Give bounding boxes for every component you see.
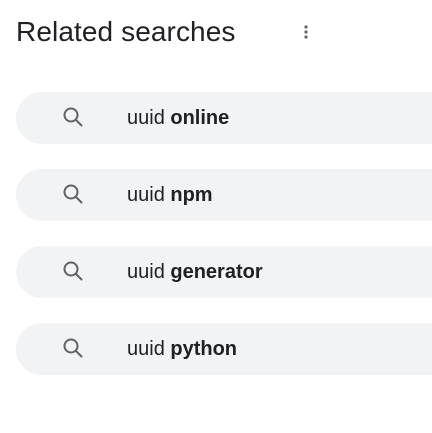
related-search-item[interactable]: uuid generator bbox=[16, 246, 432, 298]
related-search-label: uuid python bbox=[127, 336, 237, 362]
suggestion-text: online bbox=[170, 107, 230, 129]
related-searches-header: Related searches bbox=[16, 12, 432, 52]
suggestion-text: npm bbox=[170, 184, 213, 206]
more-options-button[interactable] bbox=[296, 18, 316, 46]
query-text: uuid bbox=[127, 261, 165, 283]
query-text: uuid bbox=[127, 184, 165, 206]
related-search-item[interactable]: uuid python bbox=[16, 323, 432, 375]
more-vert-icon bbox=[304, 25, 308, 39]
suggestion-text: python bbox=[170, 338, 238, 360]
search-icon bbox=[61, 182, 85, 206]
section-title: Related searches bbox=[16, 16, 236, 47]
related-search-label: uuid online bbox=[127, 105, 229, 131]
related-search-item[interactable]: uuid npm bbox=[16, 169, 432, 221]
search-icon bbox=[61, 259, 85, 283]
search-icon bbox=[61, 336, 85, 360]
related-search-label: uuid npm bbox=[127, 182, 213, 208]
related-searches-list: uuid online uuid npm uuid generator uuid bbox=[16, 92, 432, 400]
related-search-item[interactable]: uuid online bbox=[16, 92, 432, 144]
query-text: uuid bbox=[127, 338, 165, 360]
suggestion-text: generator bbox=[170, 261, 263, 283]
search-icon bbox=[61, 105, 85, 129]
query-text: uuid bbox=[127, 107, 165, 129]
related-search-label: uuid generator bbox=[127, 259, 263, 285]
